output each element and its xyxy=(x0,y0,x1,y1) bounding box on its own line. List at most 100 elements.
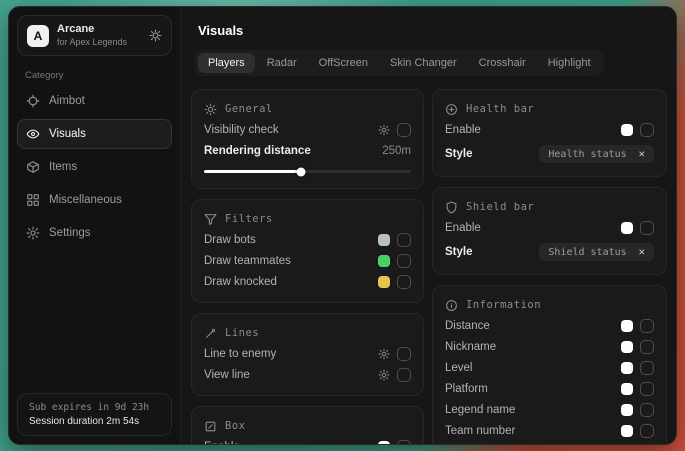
gear-icon[interactable] xyxy=(378,369,390,381)
shield-enable-row: Enable xyxy=(445,217,654,238)
close-icon[interactable]: ✕ xyxy=(639,148,645,160)
cube-icon xyxy=(26,160,40,174)
checkbox[interactable] xyxy=(397,254,411,268)
shield-icon xyxy=(445,201,458,214)
style-select[interactable]: Health status ✕ xyxy=(539,145,654,163)
checkbox[interactable] xyxy=(397,368,411,382)
checkbox[interactable] xyxy=(640,123,654,137)
sun-icon xyxy=(204,103,217,116)
sub-expires-text: Sub expires in 9d 23h xyxy=(29,402,160,413)
line-icon xyxy=(204,327,217,340)
color-swatch[interactable] xyxy=(621,425,633,437)
tab-highlight[interactable]: Highlight xyxy=(538,53,601,73)
sidebar-item-aimbot[interactable]: Aimbot xyxy=(17,86,172,116)
lines-card: Lines Line to enemy View line xyxy=(191,313,424,396)
sidebar-item-label: Miscellaneous xyxy=(49,194,122,206)
health-cross-icon xyxy=(445,103,458,116)
sidebar-item-label: Items xyxy=(49,161,77,173)
weapon-in-hands-row: Weapon in hands xyxy=(445,441,654,444)
color-swatch[interactable] xyxy=(378,255,390,267)
tab-crosshair[interactable]: Crosshair xyxy=(469,53,536,73)
rendering-distance-slider[interactable] xyxy=(204,170,411,173)
app-logo: A xyxy=(27,25,49,47)
checkbox[interactable] xyxy=(640,424,654,438)
color-swatch[interactable] xyxy=(621,404,633,416)
filters-card: Filters Draw bots Draw teammates xyxy=(191,199,424,303)
sidebar-item-visuals[interactable]: Visuals xyxy=(17,119,172,149)
gear-icon[interactable] xyxy=(378,348,390,360)
sidebar: A Arcane for Apex Legends Category Aimbo… xyxy=(9,7,181,444)
section-title: Filters xyxy=(225,213,273,225)
distance-row: Distance xyxy=(445,315,654,336)
close-icon[interactable]: ✕ xyxy=(639,246,645,258)
tab-players[interactable]: Players xyxy=(198,53,255,73)
checkbox[interactable] xyxy=(397,233,411,247)
desktop-background: { "brand": { "initial": "A", "name": "Ar… xyxy=(0,0,685,451)
section-title: Health bar xyxy=(466,103,534,115)
checkbox[interactable] xyxy=(640,221,654,235)
section-title: Shield bar xyxy=(466,201,534,213)
gear-icon[interactable] xyxy=(378,124,390,136)
box-card: Box Enable Enable background xyxy=(191,406,424,444)
color-swatch[interactable] xyxy=(621,383,633,395)
color-swatch[interactable] xyxy=(621,320,633,332)
style-select-value: Health status xyxy=(548,149,626,160)
style-select[interactable]: Shield status ✕ xyxy=(539,243,654,261)
draw-knocked-row: Draw knocked xyxy=(204,271,411,292)
checkbox[interactable] xyxy=(397,275,411,289)
color-swatch[interactable] xyxy=(621,341,633,353)
health-enable-row: Enable xyxy=(445,119,654,140)
nickname-row: Nickname xyxy=(445,336,654,357)
subscription-card: Sub expires in 9d 23h Session duration 2… xyxy=(17,393,172,436)
checkbox[interactable] xyxy=(397,123,411,137)
style-select-value: Shield status xyxy=(548,247,626,258)
color-swatch[interactable] xyxy=(378,441,390,445)
info-icon xyxy=(445,299,458,312)
gear-icon[interactable] xyxy=(149,29,162,42)
app-subtitle: for Apex Legends xyxy=(57,37,127,48)
tab-offscreen[interactable]: OffScreen xyxy=(309,53,378,73)
color-swatch[interactable] xyxy=(621,124,633,136)
content-columns: General Visibility check Rendering dista… xyxy=(191,89,667,444)
tab-skin-changer[interactable]: Skin Changer xyxy=(380,53,467,73)
checkbox[interactable] xyxy=(397,440,411,445)
shield-style-row: Style Shield status ✕ xyxy=(445,240,654,264)
checkbox[interactable] xyxy=(640,319,654,333)
checkbox[interactable] xyxy=(397,347,411,361)
sidebar-item-settings[interactable]: Settings xyxy=(17,218,172,248)
crosshair-icon xyxy=(26,94,40,108)
platform-row: Platform xyxy=(445,378,654,399)
eye-icon xyxy=(26,127,40,141)
level-row: Level xyxy=(445,357,654,378)
line-to-enemy-row: Line to enemy xyxy=(204,343,411,364)
section-title: Box xyxy=(225,420,245,432)
checkbox[interactable] xyxy=(640,403,654,417)
checkbox[interactable] xyxy=(640,382,654,396)
app-window: A Arcane for Apex Legends Category Aimbo… xyxy=(8,6,677,445)
brand-card: A Arcane for Apex Legends xyxy=(17,15,172,56)
information-card: Information Distance Nickname xyxy=(432,285,667,444)
sidebar-item-items[interactable]: Items xyxy=(17,152,172,182)
color-swatch[interactable] xyxy=(378,276,390,288)
box-icon xyxy=(204,420,217,433)
tab-radar[interactable]: Radar xyxy=(257,53,307,73)
slider-thumb[interactable] xyxy=(297,167,306,176)
filter-icon xyxy=(204,213,217,226)
tab-bar: Players Radar OffScreen Skin Changer Cro… xyxy=(195,50,604,76)
color-swatch[interactable] xyxy=(378,234,390,246)
sidebar-item-label: Visuals xyxy=(49,128,86,140)
checkbox[interactable] xyxy=(640,361,654,375)
shield-bar-card: Shield bar Enable Style Shield status xyxy=(432,187,667,275)
category-label: Category xyxy=(25,70,164,81)
general-card: General Visibility check Rendering dista… xyxy=(191,89,424,189)
color-swatch[interactable] xyxy=(621,362,633,374)
checkbox[interactable] xyxy=(640,340,654,354)
app-name: Arcane xyxy=(57,23,127,37)
view-line-row: View line xyxy=(204,364,411,385)
rendering-distance-row: Rendering distance 250m xyxy=(204,140,411,161)
team-number-row: Team number xyxy=(445,420,654,441)
draw-teammates-row: Draw teammates xyxy=(204,250,411,271)
sidebar-item-miscellaneous[interactable]: Miscellaneous xyxy=(17,185,172,215)
grid-icon xyxy=(26,193,40,207)
color-swatch[interactable] xyxy=(621,222,633,234)
